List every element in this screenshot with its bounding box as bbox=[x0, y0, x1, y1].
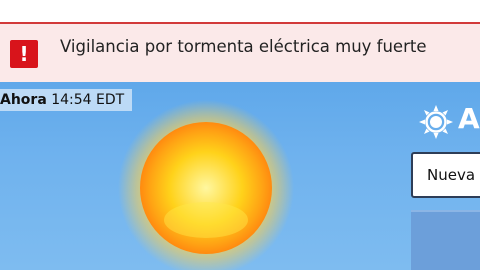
now-word: Ahora bbox=[0, 92, 47, 108]
top-strip bbox=[0, 0, 480, 22]
alert-text[interactable]: Vigilancia por tormenta eléctrica muy fu… bbox=[60, 37, 426, 56]
exclamation-icon: ! bbox=[10, 40, 38, 68]
location-search-input[interactable]: Nueva bbox=[411, 152, 480, 198]
sun-icon bbox=[118, 100, 294, 270]
sun-outline-icon bbox=[419, 105, 453, 139]
current-conditions-panel: Ahora 14:54 EDT A Nueva bbox=[0, 82, 480, 270]
weather-alert-banner[interactable]: ! Vigilancia por tormenta eléctrica muy … bbox=[0, 22, 480, 82]
current-time: 14:54 EDT bbox=[51, 92, 125, 108]
now-time-label: Ahora 14:54 EDT bbox=[0, 89, 133, 111]
side-panel bbox=[411, 210, 480, 270]
page-title: A bbox=[458, 102, 480, 135]
